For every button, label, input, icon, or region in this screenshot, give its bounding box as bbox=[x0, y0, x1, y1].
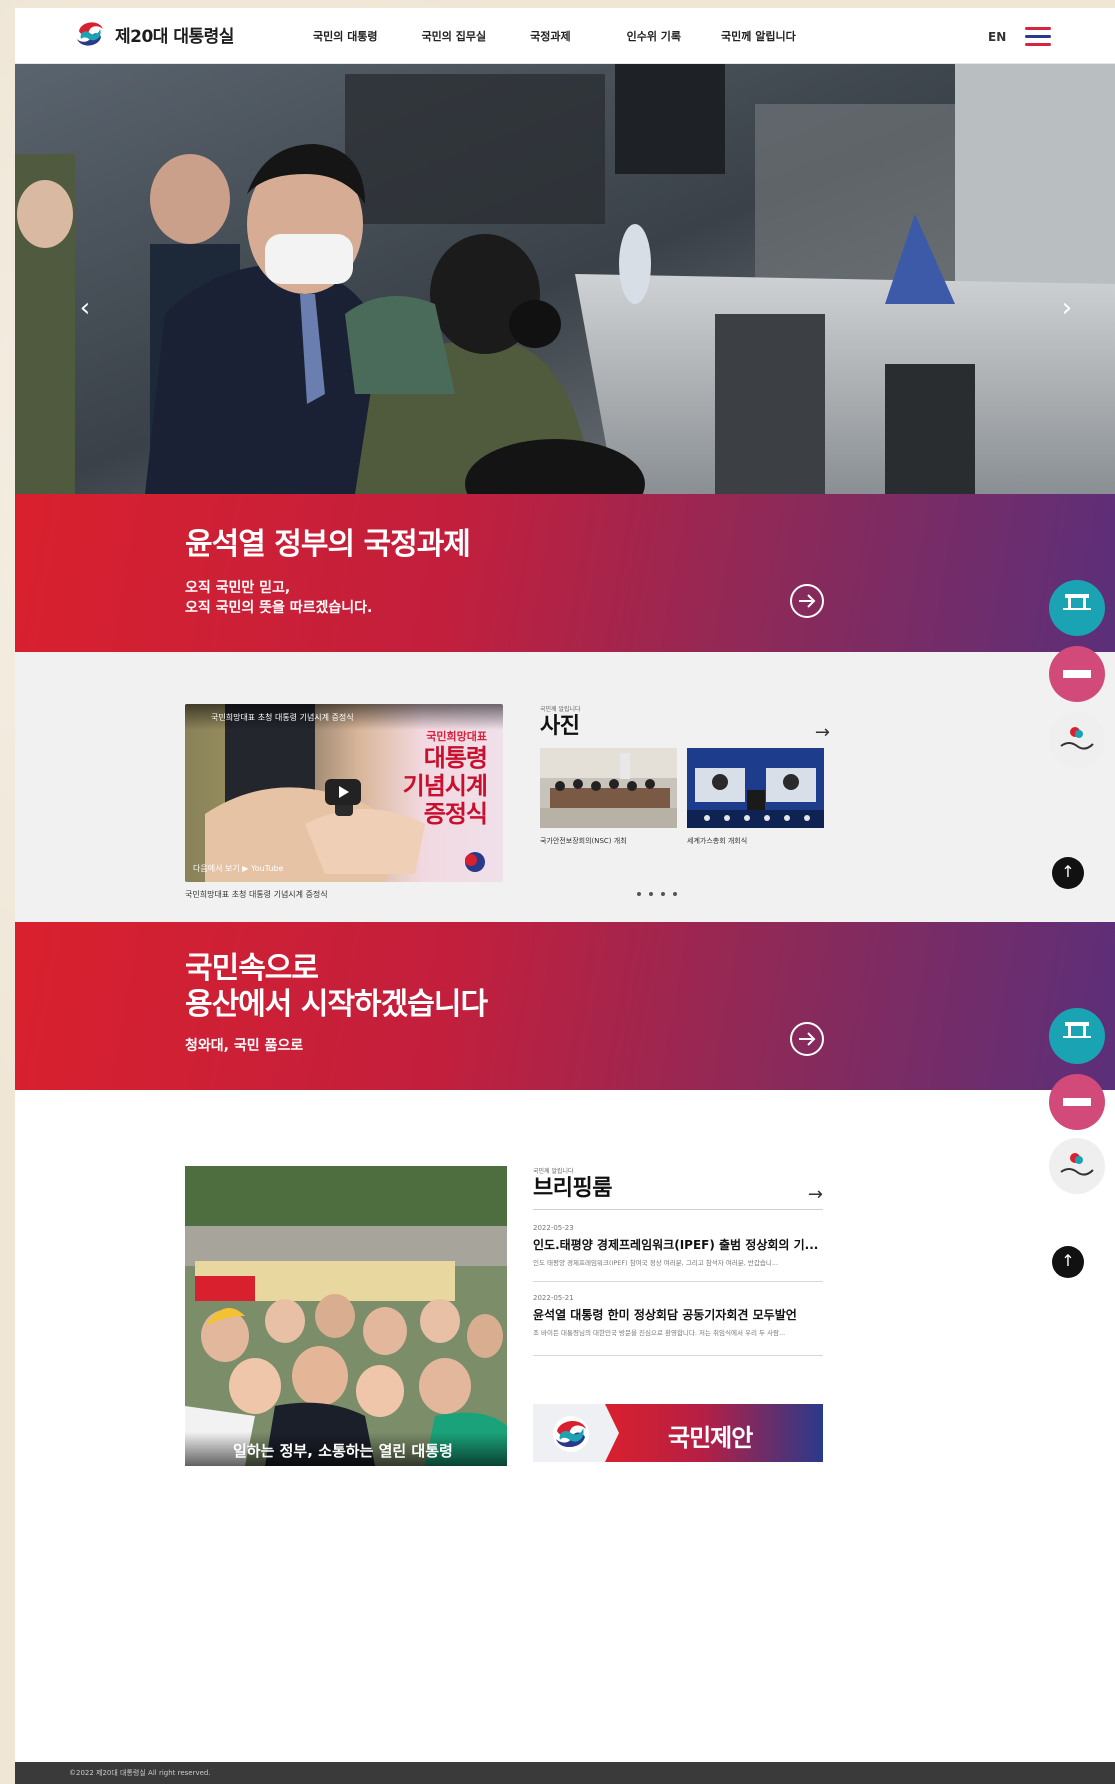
children-photo[interactable]: 일하는 정부, 소통하는 열린 대통령 bbox=[185, 1166, 507, 1466]
gas-congress-photo bbox=[687, 748, 824, 828]
banner2-subtitle: 청와대, 국민 품으로 bbox=[185, 1038, 304, 1054]
photo-more-arrow-icon[interactable]: → bbox=[815, 722, 830, 743]
taegeuk-logo-icon bbox=[553, 1416, 589, 1452]
hamburger-line bbox=[1025, 27, 1051, 30]
hamburger-menu-icon[interactable] bbox=[1025, 27, 1051, 47]
handwriting-icon bbox=[1060, 727, 1094, 750]
handwriting-icon bbox=[1060, 1153, 1094, 1176]
nav-item-national-tasks[interactable]: 국정과제 bbox=[530, 28, 570, 44]
pagination-dot[interactable] bbox=[649, 892, 653, 896]
nav-item-people-president[interactable]: 국민의 대통령 bbox=[313, 28, 378, 44]
national-tasks-banner[interactable]: 윤석열 정부의 국정과제 오직 국민만 믿고, 오직 국민의 뜻을 따르겠습니다… bbox=[15, 494, 1115, 652]
photo-pagination bbox=[637, 892, 677, 896]
scroll-top-button[interactable]: ↑ bbox=[1052, 857, 1084, 889]
arrow-right-icon bbox=[799, 1032, 816, 1046]
briefing-summary: 조 바이든 대통령님의 대한민국 방문을 진심으로 환영합니다. 저는 취임식에… bbox=[533, 1329, 786, 1337]
video-overlay-line3: 증정식 bbox=[423, 800, 488, 828]
taegeuk-logo-icon bbox=[75, 19, 105, 49]
cheongwadae-tour-button[interactable] bbox=[1049, 580, 1105, 636]
banner2-title-line2: 용산에서 시작하겠습니다 bbox=[185, 987, 488, 1022]
photo-thumbnail[interactable] bbox=[540, 748, 677, 828]
briefing-section: 일하는 정부, 소통하는 열린 대통령 국민께 알립니다 브리핑룸 → 2022… bbox=[15, 1090, 1115, 1730]
hamburger-line bbox=[1025, 43, 1051, 46]
briefing-section-title: 브리핑룸 bbox=[533, 1176, 612, 1201]
proposal-label: 국민제안 bbox=[668, 1424, 753, 1452]
media-section: 국민희망대표 초청 대통령 기념시계 증정식 국민희망대표 대통령 기념시계 증… bbox=[15, 652, 1115, 922]
site-logo[interactable]: 제20대 대통령실 bbox=[73, 17, 234, 51]
banner-subtitle-line1: 오직 국민만 믿고, bbox=[185, 580, 291, 596]
palace-icon bbox=[1063, 594, 1091, 610]
briefing-title: 인도.태평양 경제프레임워크(IPEF) 출범 정상회의 기... bbox=[533, 1238, 819, 1252]
main-nav: 국민의 대통령 국민의 집무실 국정과제 인수위 기록 국민께 알립니다 bbox=[313, 8, 840, 64]
briefing-header: 국민께 알립니다 브리핑룸 → bbox=[533, 1166, 823, 1210]
photo-thumbnails bbox=[540, 748, 824, 828]
nsc-meeting-photo bbox=[540, 748, 677, 828]
banner-title: 윤석열 정부의 국정과제 bbox=[185, 527, 471, 562]
new-name-button[interactable] bbox=[1049, 646, 1105, 702]
youtube-play-icon[interactable] bbox=[325, 779, 361, 805]
yongsan-banner[interactable]: 국민속으로 용산에서 시작하겠습니다 청와대, 국민 품으로 bbox=[15, 922, 1115, 1090]
photo-thumbnail[interactable] bbox=[687, 748, 824, 828]
handwriting-button[interactable] bbox=[1049, 712, 1105, 768]
people-proposal-banner[interactable]: 국민제안 bbox=[533, 1404, 823, 1462]
banner2-title-line1: 국민속으로 bbox=[185, 951, 319, 986]
handwriting-button[interactable] bbox=[1049, 1138, 1105, 1194]
nav-item-people-office[interactable]: 국민의 집무실 bbox=[422, 28, 487, 44]
hero-photo bbox=[15, 64, 1115, 494]
briefing-date: 2022-05-21 bbox=[533, 1294, 574, 1302]
children-photo-caption: 일하는 정부, 소통하는 열린 대통령 bbox=[185, 1432, 507, 1466]
nav-item-transition-records[interactable]: 인수위 기록 bbox=[627, 28, 681, 44]
children-photo-caption-text: 일하는 정부, 소통하는 열린 대통령 bbox=[233, 1442, 453, 1460]
video-caption: 국민희망대표 초청 대통령 기념시계 증정식 bbox=[185, 890, 328, 899]
site-header: 제20대 대통령실 국민의 대통령 국민의 집무실 국정과제 인수위 기록 국민… bbox=[15, 8, 1115, 64]
photo-caption: 국가안전보장회의(NSC) 개최 bbox=[540, 837, 627, 845]
briefing-date: 2022-05-23 bbox=[533, 1224, 574, 1232]
briefing-title: 윤석열 대통령 한미 정상회담 공동기자회견 모두발언 bbox=[533, 1308, 797, 1322]
cheongwadae-tour-button[interactable] bbox=[1049, 1008, 1105, 1064]
briefing-section-label: 국민께 알립니다 bbox=[533, 1168, 574, 1175]
footer-copyright: ©2022 제20대 대통령실 All right reserved. bbox=[69, 1769, 211, 1777]
palace-icon bbox=[1063, 1022, 1091, 1038]
page: 제20대 대통령실 국민의 대통령 국민의 집무실 국정과제 인수위 기록 국민… bbox=[15, 8, 1115, 1784]
photo-caption: 세계가스총회 개회식 bbox=[687, 837, 748, 845]
hero-next-arrow[interactable]: › bbox=[1055, 295, 1079, 321]
video-overlay-line2: 기념시계 bbox=[402, 772, 488, 800]
video-overlay-small: 국민희망대표 bbox=[426, 730, 487, 743]
pagination-dot[interactable] bbox=[637, 892, 641, 896]
nav-item-announcements[interactable]: 국민께 알립니다 bbox=[721, 28, 796, 44]
site-footer: ©2022 제20대 대통령실 All right reserved. bbox=[15, 1762, 1115, 1784]
video-top-title: 국민희망대표 초청 대통령 기념시계 증정식 bbox=[211, 713, 354, 722]
video-overlay-line1: 대통령 bbox=[423, 744, 488, 772]
pagination-dot[interactable] bbox=[661, 892, 665, 896]
children-group-photo bbox=[185, 1166, 507, 1466]
photo-section-label: 국민께 알립니다 bbox=[540, 706, 581, 713]
new-name-button[interactable] bbox=[1049, 1074, 1105, 1130]
hero-prev-arrow[interactable]: ‹ bbox=[73, 295, 97, 321]
banner-subtitle-line2: 오직 국민의 뜻을 따르겠습니다. bbox=[185, 600, 373, 616]
watch-on-youtube[interactable]: 다음에서 보기 ▶ YouTube bbox=[193, 863, 283, 874]
scroll-top-button[interactable]: ↑ bbox=[1052, 1246, 1084, 1278]
hero-slider: ‹ › bbox=[15, 64, 1115, 494]
name-badge-icon bbox=[1063, 1098, 1091, 1106]
video-overlay-text: 국민희망대표 대통령 기념시계 증정식 bbox=[402, 728, 488, 828]
pagination-dot[interactable] bbox=[673, 892, 677, 896]
photo-section-header: 국민께 알립니다 사진 → bbox=[540, 704, 830, 743]
video-player[interactable]: 국민희망대표 초청 대통령 기념시계 증정식 국민희망대표 대통령 기념시계 증… bbox=[185, 704, 503, 882]
briefing-item[interactable]: 2022-05-21 윤석열 대통령 한미 정상회담 공동기자회견 모두발언 조… bbox=[533, 1294, 823, 1356]
arrow-right-icon bbox=[799, 594, 816, 608]
circle-arrow-icon[interactable] bbox=[790, 584, 824, 618]
name-badge-icon bbox=[1063, 670, 1091, 678]
hamburger-line bbox=[1025, 35, 1051, 38]
photo-section-title: 사진 bbox=[540, 714, 580, 739]
briefing-summary: 인도 태평양 경제프레임워크(IPEF) 참여국 정상 여러분, 그리고 참석자… bbox=[533, 1259, 779, 1267]
logo-text: 제20대 대통령실 bbox=[115, 26, 234, 47]
briefing-item[interactable]: 2022-05-23 인도.태평양 경제프레임워크(IPEF) 출범 정상회의 … bbox=[533, 1224, 823, 1282]
circle-arrow-icon[interactable] bbox=[790, 1022, 824, 1056]
language-toggle[interactable]: EN bbox=[988, 30, 1006, 44]
briefing-more-arrow-icon[interactable]: → bbox=[808, 1184, 823, 1205]
